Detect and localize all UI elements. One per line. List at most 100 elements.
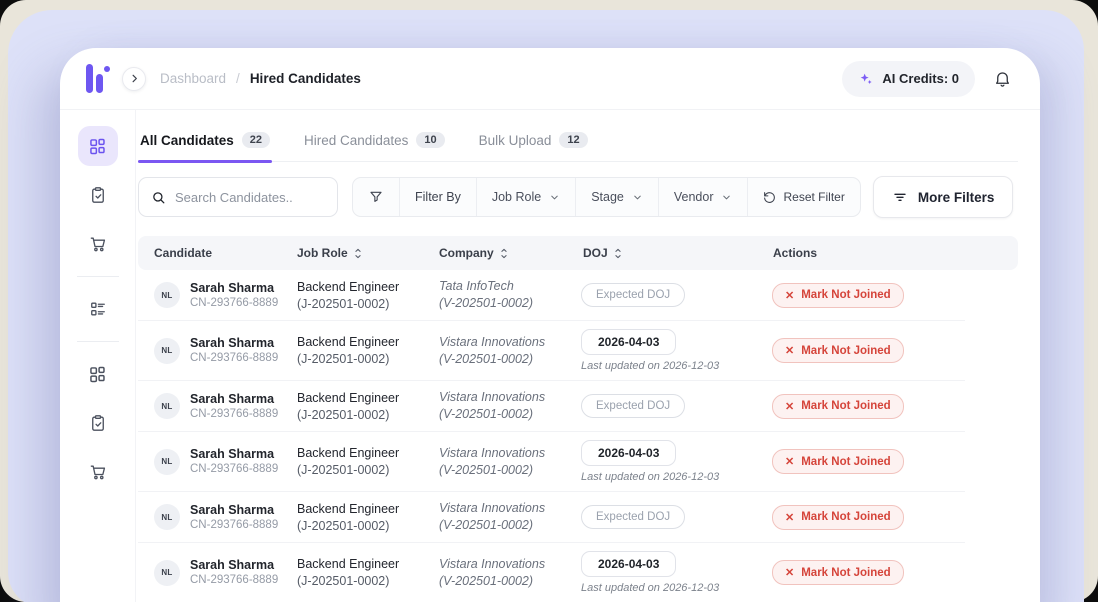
mark-not-joined-button[interactable]: ✕ Mark Not Joined [772,505,904,530]
filter-dropdown-job-role[interactable]: Job Role [477,178,576,216]
more-filters-label: More Filters [918,190,995,205]
sort-icon[interactable] [613,247,623,260]
candidate-name: Sarah Sharma [190,446,278,462]
avatar: NL [154,504,180,530]
column-header-candidate: Candidate [138,246,297,260]
job-role-cell: Backend Engineer (J-202501-0002) [297,556,439,589]
mark-not-joined-label: Mark Not Joined [801,511,890,523]
table-row: NL Sarah Sharma CN-293766-8889 Backend E… [138,321,965,381]
company-name: Vistara Innovations [439,445,577,462]
more-filters-button[interactable]: More Filters [873,176,1014,218]
expected-doj-chip[interactable]: Expected DOJ [581,283,685,307]
x-icon: ✕ [785,289,794,302]
doj-cell: Expected DOJ [577,283,757,307]
sidebar-item-cart-2[interactable] [78,452,118,492]
candidate-id: CN-293766-8889 [190,407,278,422]
company-cell: Vistara Innovations (V-202501-0002) [439,334,577,368]
candidate-id: CN-293766-8889 [190,518,278,533]
bell-icon[interactable] [993,69,1012,88]
shopping-cart-icon [88,234,108,254]
candidate-cell: NL Sarah Sharma CN-293766-8889 [138,446,297,477]
sidebar-item-dashboard-2[interactable] [78,354,118,394]
doj-last-updated: Last updated on 2026-12-03 [581,582,757,594]
filter-dropdown-stage[interactable]: Stage [576,178,659,216]
job-role-name: Backend Engineer [297,390,439,407]
doj-date-chip[interactable]: 2026-04-03 [581,329,676,355]
search-input[interactable] [175,190,325,205]
doj-cell: Expected DOJ [577,394,757,418]
chevron-down-icon [632,192,643,203]
job-role-cell: Backend Engineer (J-202501-0002) [297,445,439,478]
doj-date-wrap: 2026-04-03 Last updated on 2026-12-03 [581,555,757,594]
dropdown-label: Job Role [492,190,541,204]
sidebar-collapse-button[interactable] [122,67,146,91]
list-details-icon [88,299,108,319]
candidate-cell: NL Sarah Sharma CN-293766-8889 [138,502,297,533]
app-window: Dashboard / Hired Candidates AI Credits:… [60,48,1040,602]
ai-credits-button[interactable]: AI Credits: 0 [842,61,975,97]
sort-icon[interactable] [353,247,363,260]
actions-cell: ✕ Mark Not Joined [757,283,965,308]
search-box [138,177,338,217]
expected-doj-chip[interactable]: Expected DOJ [581,505,685,529]
actions-cell: ✕ Mark Not Joined [757,394,965,419]
candidate-name: Sarah Sharma [190,391,278,407]
chevron-right-icon [129,73,140,84]
mark-not-joined-button[interactable]: ✕ Mark Not Joined [772,394,904,419]
candidate-name: Sarah Sharma [190,557,278,573]
breadcrumb-separator: / [236,71,240,86]
doj-date-chip[interactable]: 2026-04-03 [581,551,676,577]
company-code: (V-202501-0002) [439,462,577,479]
sidebar-item-dashboard[interactable] [78,126,118,166]
breadcrumb-dashboard[interactable]: Dashboard [160,71,226,86]
reset-filter-button[interactable]: Reset Filter [748,178,859,216]
filter-dropdown-vendor[interactable]: Vendor [659,178,749,216]
column-header-company[interactable]: Company [439,246,577,260]
tab-label: Bulk Upload [479,133,552,148]
column-header-job-role[interactable]: Job Role [297,246,439,260]
candidate-cell: NL Sarah Sharma CN-293766-8889 [138,280,297,311]
job-role-cell: Backend Engineer (J-202501-0002) [297,279,439,312]
tab-hired-candidates[interactable]: Hired Candidates 10 [302,126,447,161]
sidebar-item-cart[interactable] [78,224,118,264]
table-row: NL Sarah Sharma CN-293766-8889 Backend E… [138,543,965,602]
mark-not-joined-button[interactable]: ✕ Mark Not Joined [772,449,904,474]
mark-not-joined-label: Mark Not Joined [801,456,890,468]
column-header-actions: Actions [757,246,1018,260]
hi-logo[interactable] [84,64,111,94]
reset-filter-label: Reset Filter [783,190,844,204]
job-role-name: Backend Engineer [297,279,439,296]
company-cell: Vistara Innovations (V-202501-0002) [439,389,577,423]
sidebar-item-tasks-2[interactable] [78,403,118,443]
dashboard-grid-icon [87,364,108,385]
candidate-name: Sarah Sharma [190,335,278,351]
avatar: NL [154,338,180,364]
tab-all-candidates[interactable]: All Candidates 22 [138,126,272,161]
column-label: DOJ [583,246,608,260]
table-body: NL Sarah Sharma CN-293766-8889 Backend E… [138,270,965,602]
mark-not-joined-button[interactable]: ✕ Mark Not Joined [772,560,904,585]
doj-date-wrap: 2026-04-03 Last updated on 2026-12-03 [581,333,757,372]
x-icon: ✕ [785,400,794,413]
sort-icon[interactable] [499,247,509,260]
job-role-code: (J-202501-0002) [297,462,439,478]
tab-count-badge: 10 [416,132,444,148]
tab-label: All Candidates [140,133,234,148]
job-role-code: (J-202501-0002) [297,407,439,423]
mark-not-joined-button[interactable]: ✕ Mark Not Joined [772,338,904,363]
expected-doj-chip[interactable]: Expected DOJ [581,394,685,418]
mark-not-joined-button[interactable]: ✕ Mark Not Joined [772,283,904,308]
sidebar-item-list-details[interactable] [78,289,118,329]
tab-bulk-upload[interactable]: Bulk Upload 12 [477,126,590,161]
doj-date-chip[interactable]: 2026-04-03 [581,440,676,466]
sidebar-item-tasks[interactable] [78,175,118,215]
company-name: Tata InfoTech [439,278,577,295]
mark-not-joined-label: Mark Not Joined [801,400,890,412]
company-code: (V-202501-0002) [439,573,577,590]
ai-credits-label: AI Credits: 0 [882,71,959,86]
column-label: Company [439,246,494,260]
doj-cell: 2026-04-03 Last updated on 2026-12-03 [577,329,757,372]
tab-bar: All Candidates 22 Hired Candidates 10 Bu… [138,124,1018,162]
candidate-id: CN-293766-8889 [190,573,278,588]
column-header-doj[interactable]: DOJ [577,246,757,260]
